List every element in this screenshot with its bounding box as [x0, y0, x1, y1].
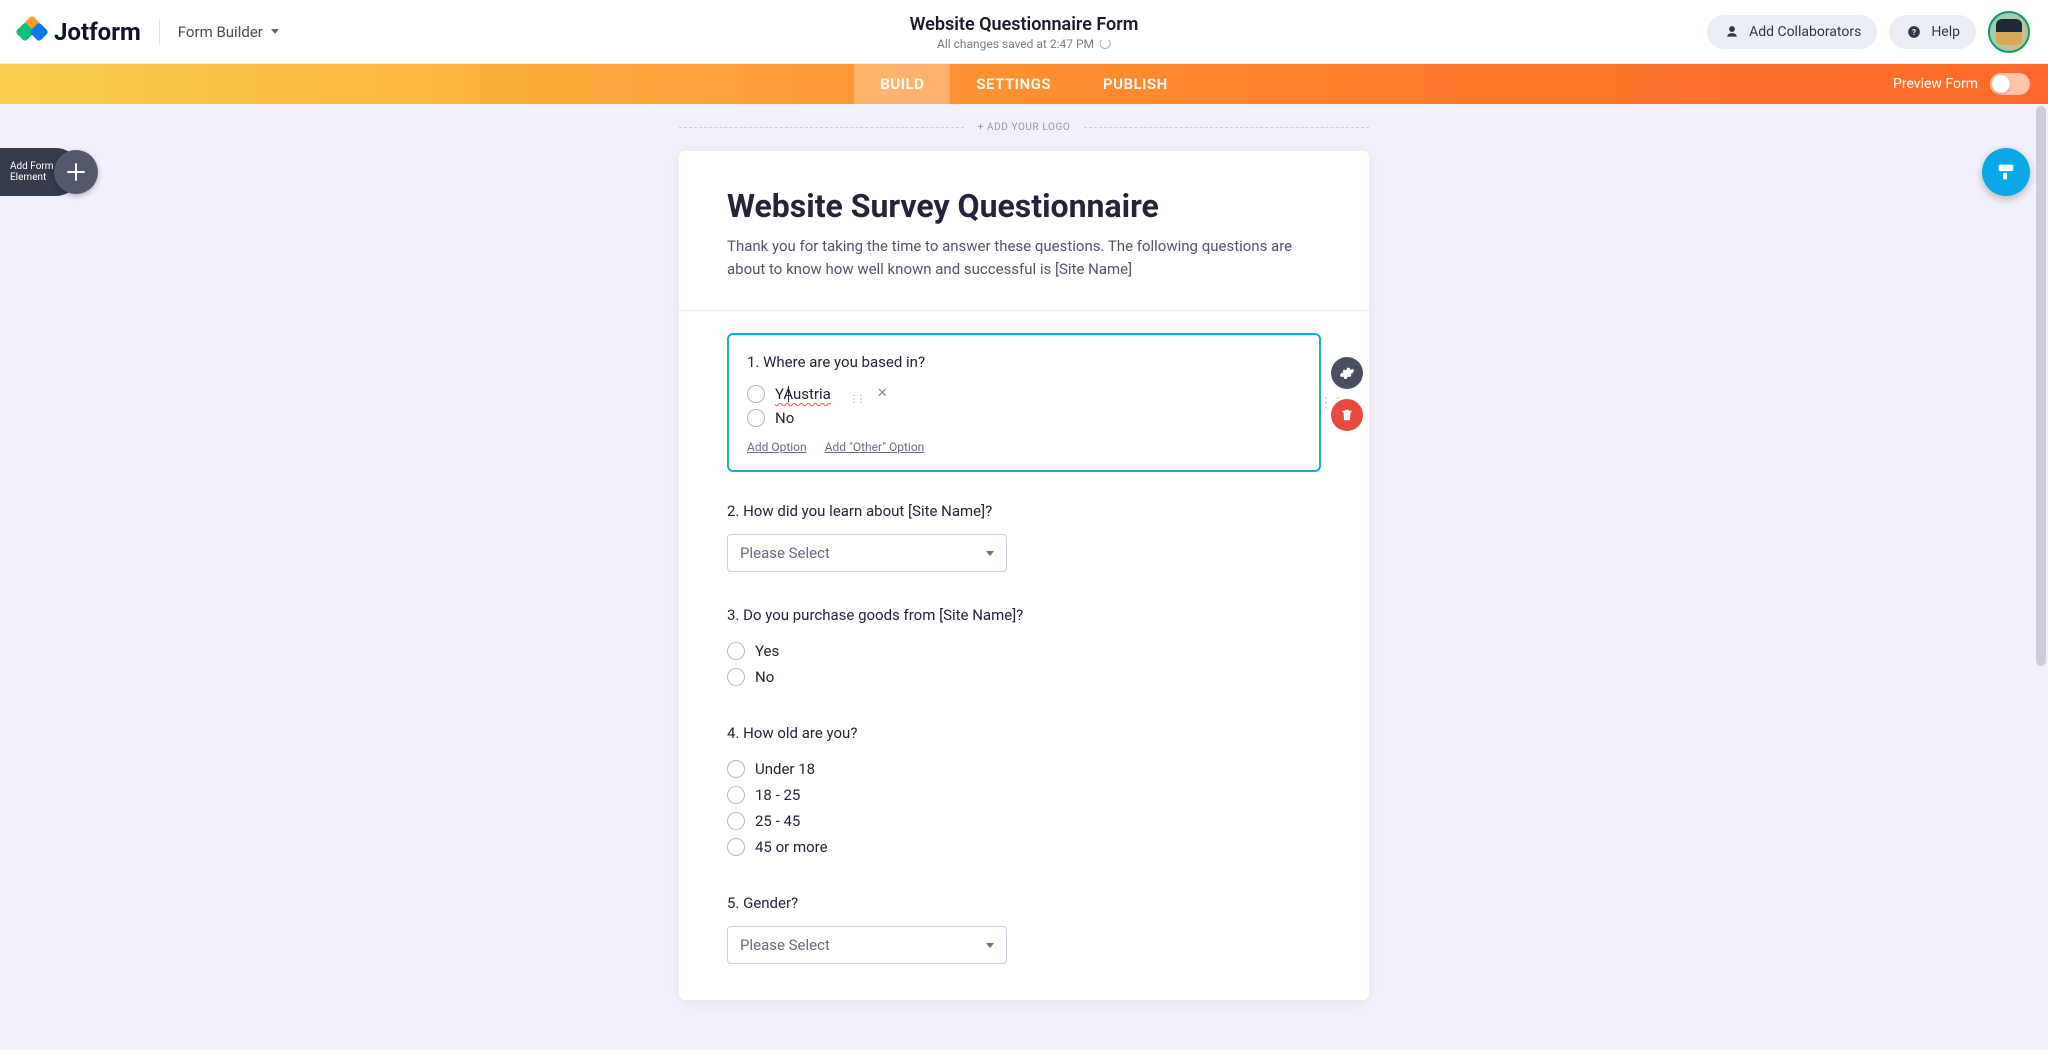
q1-option-1-row[interactable]: YAustria ✕: [747, 381, 1301, 406]
q4-option-2[interactable]: 18 - 25: [727, 782, 1321, 808]
tab-build-label: BUILD: [880, 75, 924, 93]
form-builder-dropdown[interactable]: Form Builder: [178, 23, 279, 41]
help-button[interactable]: ? Help: [1889, 15, 1976, 49]
remove-option-icon[interactable]: ✕: [877, 386, 888, 401]
tab-build[interactable]: BUILD: [854, 64, 950, 104]
add-collaborators-label: Add Collaborators: [1749, 24, 1861, 40]
radio-icon: [747, 409, 765, 427]
question-2[interactable]: 2. How did you learn about [Site Name]? …: [679, 472, 1369, 572]
question-4[interactable]: 4. How old are you? Under 18 18 - 25 25 …: [679, 690, 1369, 860]
q5-select-value: Please Select: [740, 936, 830, 954]
vertical-divider: [159, 19, 160, 45]
trash-icon: [1340, 408, 1354, 422]
q1-label[interactable]: 1. Where are you based in?: [747, 353, 1301, 371]
gear-icon: [1339, 365, 1355, 381]
q4-option-4[interactable]: 45 or more: [727, 834, 1321, 860]
q4-option-4-text: 45 or more: [755, 838, 828, 856]
radio-icon: [727, 668, 745, 686]
add-form-element-button[interactable]: Add Form Element: [0, 148, 80, 196]
app-header: Jotform Form Builder Website Questionnai…: [0, 0, 2048, 64]
question-5[interactable]: 5. Gender? Please Select: [679, 860, 1369, 964]
q2-select-value: Please Select: [740, 544, 830, 562]
jotform-mark-icon: [18, 18, 46, 46]
add-other-option-link[interactable]: Add "Other" Option: [825, 440, 925, 454]
q5-select[interactable]: Please Select: [727, 926, 1007, 964]
q3-option-2-text: No: [755, 668, 774, 686]
chevron-down-icon: [986, 943, 994, 948]
save-status: All changes saved at 2:47 PM: [937, 37, 1094, 51]
radio-icon: [747, 385, 765, 403]
q4-option-3[interactable]: 25 - 45: [727, 808, 1321, 834]
q3-option-2[interactable]: No: [727, 664, 1321, 690]
tab-publish-label: PUBLISH: [1103, 75, 1168, 93]
svg-text:?: ?: [1912, 26, 1916, 36]
text-cursor: [788, 386, 789, 402]
mode-tabs: BUILD SETTINGS PUBLISH Preview Form: [0, 64, 2048, 104]
plus-icon: [54, 150, 98, 194]
tab-publish[interactable]: PUBLISH: [1077, 64, 1194, 104]
question-settings-button[interactable]: [1331, 357, 1363, 389]
revert-icon[interactable]: [1100, 38, 1111, 49]
q4-option-1[interactable]: Under 18: [727, 756, 1321, 782]
question-delete-button[interactable]: [1331, 399, 1363, 431]
radio-icon: [727, 838, 745, 856]
brand-wordmark: Jotform: [54, 18, 141, 46]
q2-select[interactable]: Please Select: [727, 534, 1007, 572]
form-designer-button[interactable]: [1982, 148, 2030, 196]
dash-right: [1084, 127, 1369, 128]
form-canvas: + ADD YOUR LOGO Website Survey Questionn…: [679, 104, 1369, 1000]
preview-label: Preview Form: [1893, 76, 1978, 92]
tab-settings-label: SETTINGS: [976, 75, 1051, 93]
header-center: Website Questionnaire Form All changes s…: [910, 0, 1139, 64]
add-logo-label: + ADD YOUR LOGO: [964, 122, 1085, 133]
q1-option-1-text[interactable]: YAustria: [775, 385, 831, 403]
dash-left: [679, 127, 964, 128]
q5-label: 5. Gender?: [727, 894, 1321, 912]
chevron-down-icon: [986, 551, 994, 556]
help-label: Help: [1931, 24, 1960, 40]
q3-label: 3. Do you purchase goods from [Site Name…: [727, 606, 1321, 624]
form-heading: Website Survey Questionnaire: [727, 187, 1321, 225]
q4-label: 4. How old are you?: [727, 724, 1321, 742]
q4-option-3-text: 25 - 45: [755, 812, 800, 830]
q1-option-2-text[interactable]: No: [775, 409, 794, 427]
chevron-down-icon: [271, 29, 279, 34]
question-1-selected[interactable]: 1. Where are you based in? YAustria ✕ No…: [727, 333, 1321, 472]
add-logo-slot[interactable]: + ADD YOUR LOGO: [679, 122, 1369, 133]
user-avatar[interactable]: [1988, 11, 2030, 53]
avatar-image: [1996, 19, 2022, 45]
add-option-link[interactable]: Add Option: [747, 440, 807, 454]
add-collaborators-button[interactable]: Add Collaborators: [1707, 15, 1877, 49]
person-icon: [1723, 23, 1741, 41]
preview-toggle[interactable]: [1990, 73, 2030, 95]
radio-icon: [727, 812, 745, 830]
form-builder-label: Form Builder: [178, 23, 263, 41]
form-subheading: Thank you for taking the time to answer …: [727, 235, 1321, 280]
add-form-element-label: Add Form Element: [10, 161, 54, 184]
question-3[interactable]: 3. Do you purchase goods from [Site Name…: [679, 572, 1369, 690]
form-header-block[interactable]: Website Survey Questionnaire Thank you f…: [679, 151, 1369, 311]
form-card: Website Survey Questionnaire Thank you f…: [679, 151, 1369, 1000]
q3-option-1-text: Yes: [755, 642, 779, 660]
q4-option-2-text: 18 - 25: [755, 786, 800, 804]
q4-option-1-text: Under 18: [755, 760, 815, 778]
radio-icon: [727, 642, 745, 660]
brand-logo[interactable]: Jotform: [18, 18, 141, 46]
tab-settings[interactable]: SETTINGS: [950, 64, 1077, 104]
toggle-knob: [1992, 75, 2010, 93]
help-icon: ?: [1905, 23, 1923, 41]
form-title[interactable]: Website Questionnaire Form: [910, 14, 1139, 35]
question-side-actions: [1331, 357, 1363, 431]
radio-icon: [727, 786, 745, 804]
q2-label: 2. How did you learn about [Site Name]?: [727, 502, 1321, 520]
drag-handle-icon[interactable]: [849, 387, 859, 401]
scrollbar-track: [2034, 104, 2048, 1050]
scrollbar-thumb[interactable]: [2036, 106, 2046, 666]
q3-option-1[interactable]: Yes: [727, 638, 1321, 664]
radio-icon: [727, 760, 745, 778]
paint-roller-icon: [1995, 161, 2017, 183]
q1-option-2-row[interactable]: No: [747, 406, 1301, 430]
preview-toggle-group: Preview Form: [1893, 73, 2030, 95]
